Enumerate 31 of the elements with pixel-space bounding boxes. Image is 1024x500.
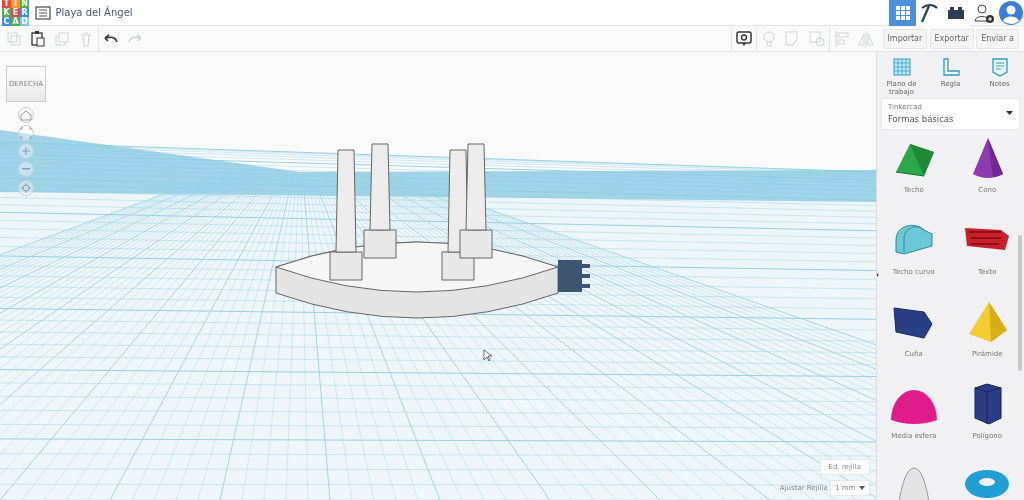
toolbar-button[interactable]: Enviar a bbox=[976, 28, 1019, 49]
fit-view-button[interactable] bbox=[18, 124, 34, 141]
grid-icon bbox=[893, 4, 911, 21]
workplane-icon bbox=[890, 56, 913, 77]
add-user-icon[interactable] bbox=[971, 1, 996, 24]
perspective-button[interactable] bbox=[18, 179, 34, 196]
pickaxe-icon bbox=[919, 2, 939, 23]
caret-icon bbox=[1006, 111, 1013, 117]
zoom-in-icon bbox=[19, 144, 33, 158]
align-icon bbox=[833, 29, 851, 48]
zoom-out-icon bbox=[22, 168, 30, 171]
fit-view-icon bbox=[19, 125, 33, 140]
toolbar-button[interactable]: Importar bbox=[882, 28, 928, 49]
duplicate-icon bbox=[53, 29, 72, 48]
zoom-out-button[interactable] bbox=[18, 161, 34, 178]
comb-shape bbox=[558, 260, 590, 292]
avatar-icon[interactable] bbox=[998, 0, 1024, 26]
toolbar-button[interactable]: Exportar bbox=[929, 28, 974, 49]
perspective-icon bbox=[19, 180, 33, 195]
copy-icon bbox=[5, 29, 24, 48]
mirror-icon bbox=[857, 29, 875, 48]
caret-icon bbox=[859, 485, 865, 490]
home-button[interactable] bbox=[18, 106, 34, 123]
clipboard-icon bbox=[29, 29, 48, 48]
ungroup-icon bbox=[808, 29, 826, 48]
zoom-in-button[interactable] bbox=[18, 143, 34, 159]
list-icon[interactable] bbox=[35, 5, 51, 20]
document-title[interactable]: Playa del Ángel bbox=[55, 5, 133, 20]
light-bulb-icon bbox=[760, 29, 778, 48]
cursor-icon bbox=[483, 349, 493, 362]
comment-icon bbox=[735, 29, 753, 48]
